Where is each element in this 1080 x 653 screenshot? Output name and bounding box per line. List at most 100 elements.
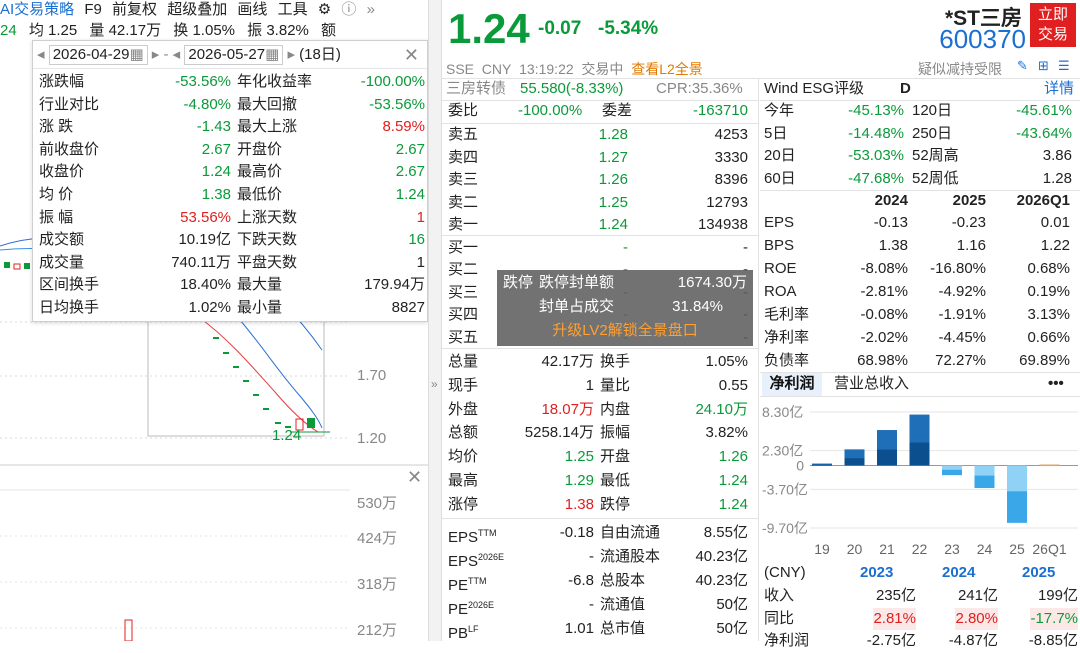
close-icon[interactable]: ✕ [404,41,419,69]
edit-icon[interactable]: ✎ [1017,58,1028,74]
return-label: 60日 [764,169,796,187]
stat-value: 8827 [391,299,425,316]
valuation-label-suffix: 2026E [478,552,505,562]
price-change: -0.07 [538,18,582,39]
ask-level[interactable]: 卖五 1.28 4253 [442,124,758,147]
x-tick-label: 20 [847,541,863,557]
last-price-label: 1.24 [272,427,302,444]
valuation-row: PETTM -6.8 总股本 40.23亿 [442,569,758,594]
y-tick-label: -3.70亿 [762,481,808,497]
fin-value: 3.13% [1027,306,1070,323]
stat-row: 前收盘价 2.67 开盘价 2.67 [33,139,428,162]
add-icon[interactable]: ⊞ [1038,58,1049,74]
weibi-row: 委比 -100.00% 委差 -163710 [442,100,758,123]
ask-level[interactable]: 卖三 1.26 8396 [442,169,758,192]
stat-value: 1.38 [201,186,231,203]
collapse-icon[interactable]: » [431,377,438,391]
summary-row: 涨停 1.38 跌停 1.24 [442,494,758,517]
annual-value: 2.80% [955,607,998,630]
level-price: 1.27 [598,148,628,166]
stat-label: 最低价 [237,186,283,203]
fin-header: 2024 2025 2026Q1 [760,190,1080,213]
calendar-icon: ▦ [265,46,280,64]
panel-divider[interactable]: » [428,0,442,641]
stat-value: 1.24 [201,163,231,181]
ask-level[interactable]: 卖四 1.27 3330 [442,147,758,170]
weicha-label: 委差 [602,102,633,119]
esg-detail-link[interactable]: 详情 [1044,78,1074,101]
stat-label: 最大量 [237,276,283,294]
tab-revenue[interactable]: 营业总收入 [834,373,924,396]
more-icon[interactable]: ••• [1048,373,1078,396]
risk-note: 疑似减持受限 [918,61,1002,77]
fin-value: -0.08% [860,306,908,323]
valuation-label-text: EPS [448,529,479,546]
prev-icon[interactable]: ◂ [173,46,181,63]
stat-row: 收盘价 1.24 最高价 2.67 [33,161,428,184]
stat-value: 1 [416,208,425,226]
stat-label: 涨 跌 [39,118,74,136]
fin-value: -0.13 [873,214,908,231]
annual-row: 收入 235亿 241亿 199亿 [760,585,1080,608]
stat-value: -100.00% [360,73,425,90]
return-label: 今年 [764,102,795,119]
fin-label: BPS [764,237,795,254]
weicha-value: -163710 [692,102,748,119]
return-value: -47.68% [848,169,904,187]
stat-label: 下跌天数 [237,231,298,249]
annual-label: 同比 [764,609,795,627]
summary-value: 1.29 [564,472,594,489]
convertible-bond-row[interactable]: 三房转债 55.580(-8.33%) CPR:35.36% [442,78,758,101]
stat-label: 最大回撤 [237,95,298,113]
x-tick-label: 25 [1009,541,1025,557]
fin-value: 0.68% [1027,260,1070,277]
summary-label: 开盘 [600,448,631,466]
valuation-label: 流通值 [600,596,646,613]
kline-panel[interactable]: AI交易策略 F9 前复权 超级叠加 画线 工具 ⚙ ⓘ » 24 均 1.25… [0,0,428,641]
return-label: 20日 [764,147,796,164]
bar[interactable] [1039,464,1060,467]
date-to-field[interactable]: 2026-05-27▦ [184,45,284,66]
fin-row: EPS -0.13 -0.23 0.01 [760,212,1080,235]
upgrade-lv2-link[interactable]: 升级LV2解锁全景盘口 [497,320,753,342]
level-price: 1.25 [598,193,628,211]
vol-tick: 530万 [357,495,398,512]
stat-value: -1.43 [196,118,231,136]
next-icon[interactable]: ▸ [287,46,295,63]
stat-value: 740.11万 [171,253,231,271]
ask-level[interactable]: 卖二 1.25 12793 [442,192,758,215]
stat-label: 上涨天数 [237,208,298,226]
summary-value: 1.25 [564,448,594,466]
summary-value: 3.82% [705,424,748,442]
next-icon[interactable]: ▸ [152,46,160,63]
return-label: 52周高 [912,147,959,164]
x-tick-label: 19 [814,541,830,557]
trade-now-button[interactable]: 立即 交易 [1030,3,1076,47]
tab-net-profit[interactable]: 净利润 [762,373,822,396]
fin-label: EPS [764,214,795,231]
return-value: -53.03% [848,147,904,164]
date-from-field[interactable]: 2026-04-29▦ [48,45,148,66]
bid-level[interactable]: 买一 - - [442,237,758,260]
returns-table: 今年 -45.13% 120日 -45.61% 5日 -14.48% 250日 -43.64%… [760,100,1080,190]
l2-link[interactable]: 查看L2全景 [631,61,703,77]
stat-label: 年化收益率 [237,73,313,90]
stat-label: 最小量 [237,299,283,316]
fin-value: 72.27% [935,352,986,369]
ask-level[interactable]: 卖一 1.24 134938 [442,214,758,237]
stat-label: 行业对比 [39,95,100,113]
summary-label: 涨停 [448,495,479,513]
annual-table: (CNY) 2023 2024 2025 收入 235亿 241亿 199亿 同比 2.81% 2.… [760,562,1080,649]
valuation-row: EPSTTM -0.18 自由流通 8.55亿 [442,521,758,546]
close-icon[interactable]: ✕ [407,467,422,488]
prev-icon[interactable]: ◂ [37,46,45,63]
menu-icon[interactable]: ☰ [1058,58,1070,74]
interval-stats-popup: ◂ 2026-04-29▦ ▸ - ◂ 2026-05-27▦ ▸ (18日) … [32,40,428,322]
valuation-label-suffix: TTM [478,528,497,538]
summary-label: 现手 [448,376,479,394]
annual-value: -17.7% [1030,607,1078,630]
stat-value: -4.80% [183,95,231,113]
interval-stats-table: 涨跌幅 -53.56% 年化收益率 -100.00% 行业对比 -4.80% 最大回撤 -53… [33,71,428,321]
valuation-label-suffix: TTM [468,576,487,586]
level-price: 1.28 [598,126,628,143]
